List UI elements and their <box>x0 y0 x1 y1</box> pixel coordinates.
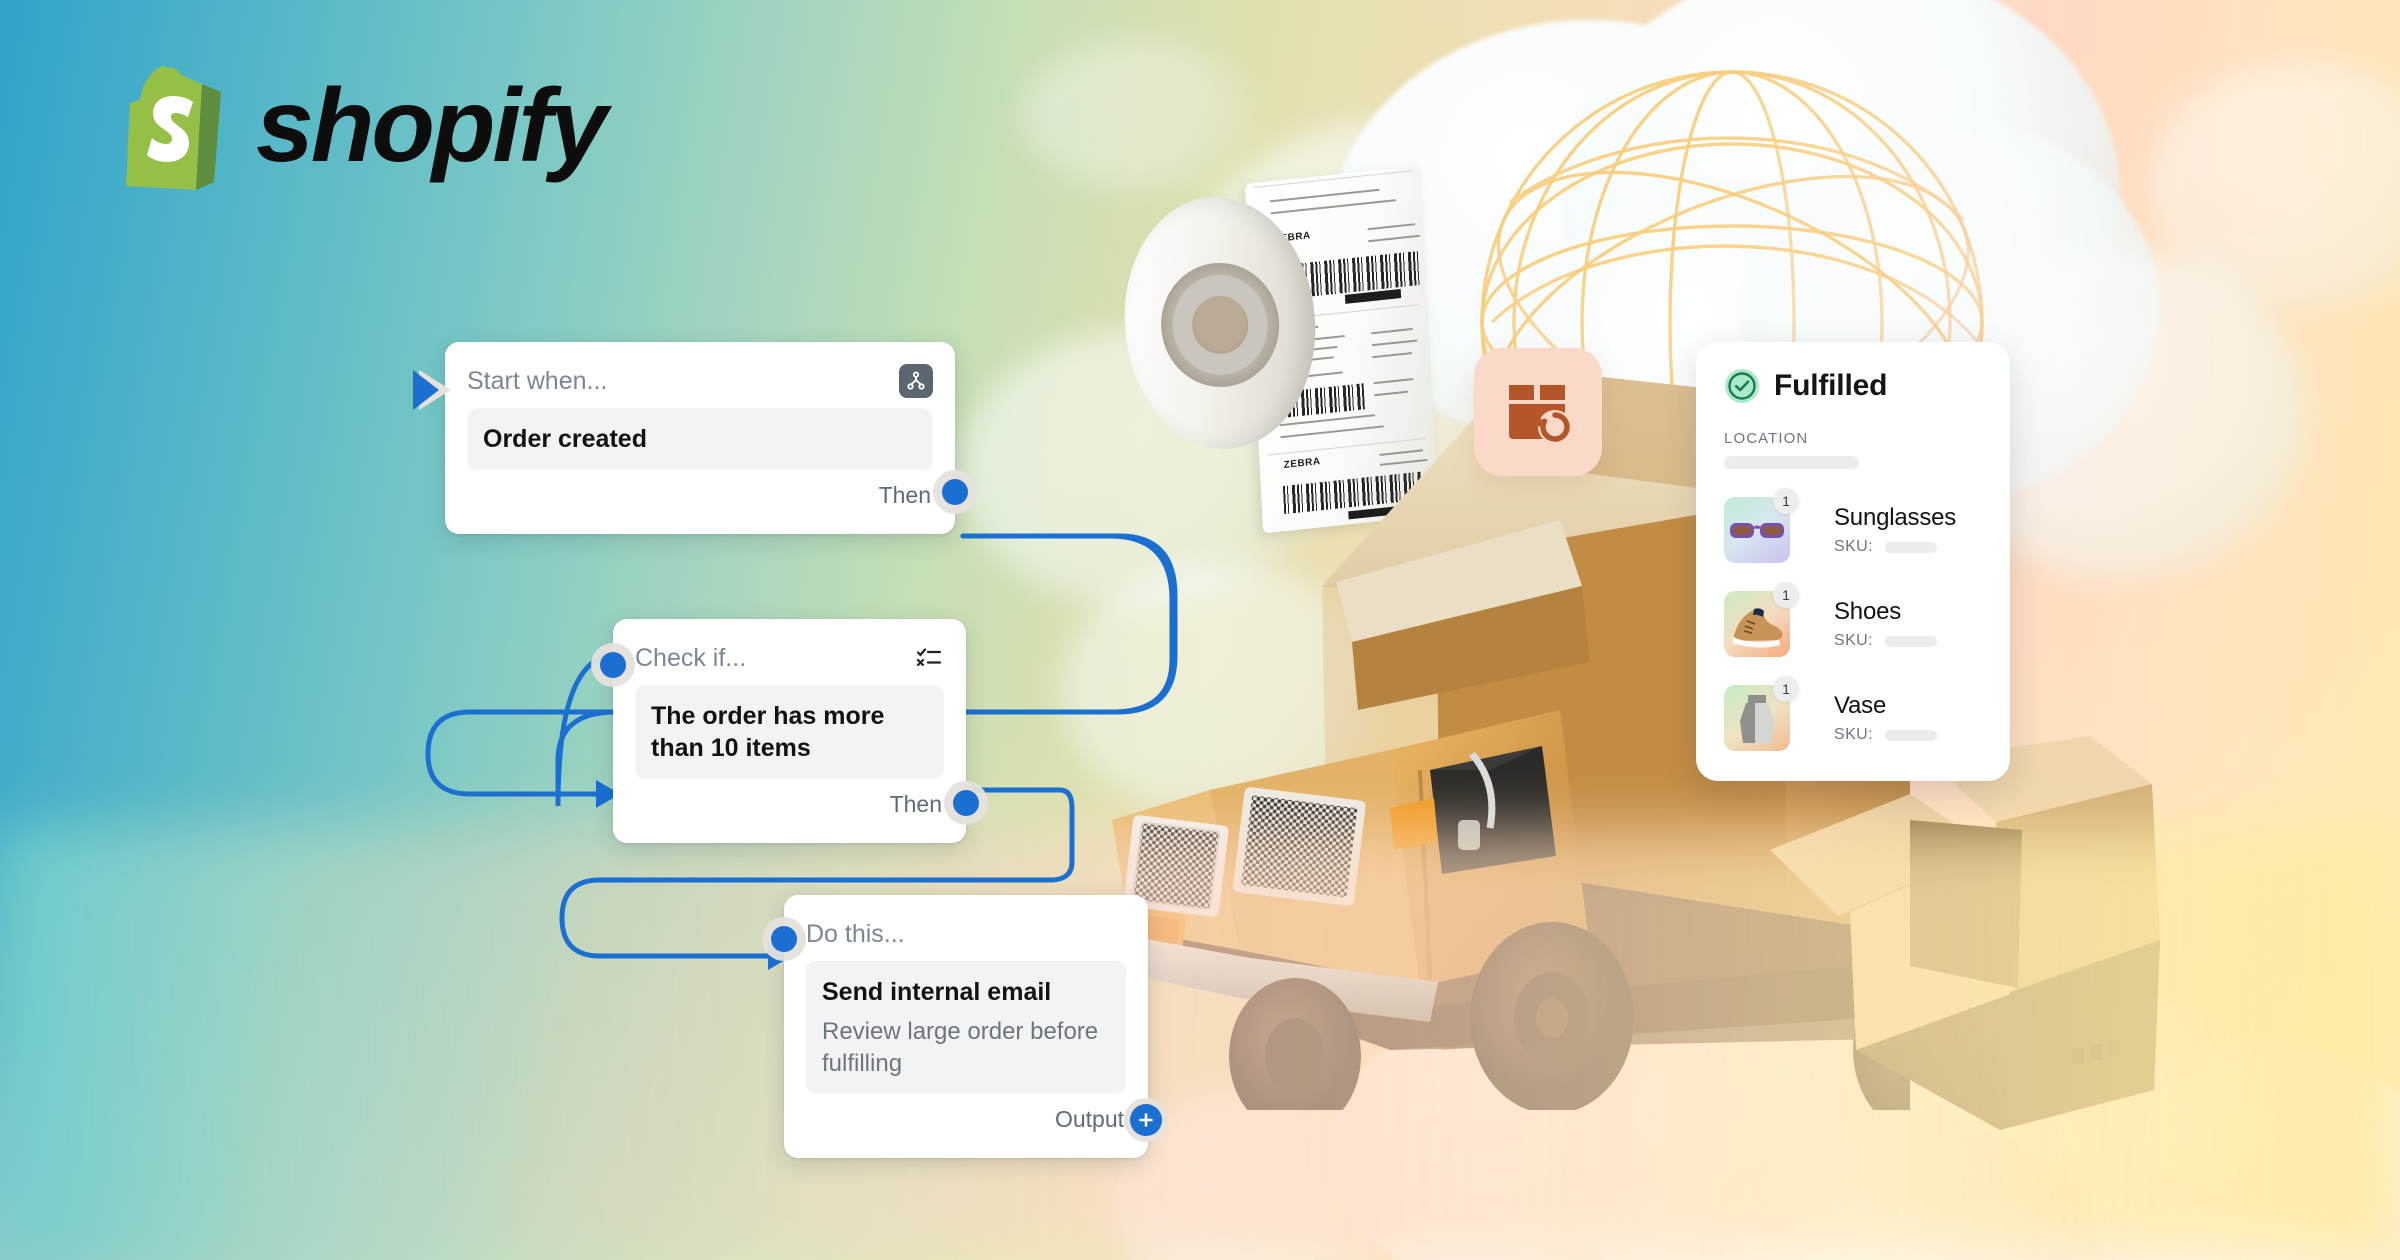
sku-value-placeholder <box>1884 729 1937 741</box>
checklist-icon[interactable] <box>914 645 944 671</box>
input-port-icon[interactable] <box>591 643 635 687</box>
input-port-icon[interactable] <box>762 917 806 961</box>
condition-placeholder: Check if... <box>635 643 747 672</box>
flow-branch-icon[interactable] <box>899 364 933 398</box>
product-thumbnail: 1 <box>1724 488 1799 563</box>
output-port-icon[interactable] <box>944 781 988 825</box>
product-sku-row: SKU: <box>1834 726 1937 744</box>
card-content: The order has more than 10 items <box>635 685 944 779</box>
fulfilled-items-list: 1 Sunglasses SKU: 1 Shoes SKU: 1 Vase SK… <box>1724 488 1982 751</box>
then-label: Then <box>889 790 942 817</box>
card-header: Check if... <box>635 635 944 681</box>
action-title: Send internal email <box>822 978 1052 1006</box>
product-meta: Sunglasses SKU: <box>1808 504 1956 556</box>
list-item[interactable]: 1 Shoes SKU: <box>1724 582 1982 657</box>
play-marker-icon <box>413 366 463 414</box>
output-label: Output <box>1054 1105 1124 1132</box>
flow-card-action[interactable]: Do this... Send internal email Review la… <box>762 895 1168 1159</box>
card-header: Do this... <box>806 911 1126 957</box>
card-footer: Then <box>635 779 944 829</box>
box-return-icon <box>1474 348 1602 476</box>
trigger-placeholder: Start when... <box>467 366 608 395</box>
output-port-icon[interactable] <box>933 470 977 514</box>
product-name: Sunglasses <box>1834 504 1957 531</box>
action-subtitle: Review large order before fulfilling <box>822 1018 1099 1077</box>
sku-label: SKU: <box>1834 538 1873 555</box>
quantity-badge: 1 <box>1773 582 1799 608</box>
product-meta: Shoes SKU: <box>1808 598 1937 650</box>
product-sku-row: SKU: <box>1834 538 1956 556</box>
card-footer: Output <box>806 1094 1126 1144</box>
location-value-placeholder <box>1724 456 1859 469</box>
sku-value-placeholder <box>1884 635 1937 647</box>
trigger-title: Order created <box>483 425 647 453</box>
sku-label: SKU: <box>1834 726 1873 743</box>
shopify-wordmark: shopify <box>256 68 608 184</box>
product-name: Vase <box>1834 692 1887 719</box>
product-thumbnail: 1 <box>1724 676 1799 751</box>
card-content: Order created <box>467 408 933 470</box>
product-sku-row: SKU: <box>1834 632 1937 650</box>
bottom-color-wash <box>0 830 2400 1260</box>
action-placeholder: Do this... <box>806 919 905 948</box>
card-content: Send internal email Review large order b… <box>806 961 1126 1095</box>
flow-card-condition[interactable]: Check if... The order has more than 10 i… <box>591 619 988 843</box>
product-thumbnail: 1 <box>1724 582 1799 657</box>
flow-card-trigger[interactable]: Start when... Order created Then <box>413 342 977 534</box>
condition-title: The order has more than 10 items <box>651 702 885 762</box>
quantity-badge: 1 <box>1773 676 1799 702</box>
status-badge: Fulfilled <box>1774 369 1888 402</box>
fulfillment-panel: Fulfilled LOCATION 1 Sunglasses SKU: 1 S… <box>1696 342 2010 781</box>
check-circle-icon <box>1725 369 1759 403</box>
list-item[interactable]: 1 Sunglasses SKU: <box>1724 488 1982 563</box>
sku-value-placeholder <box>1884 541 1937 553</box>
shopify-logo: shopify <box>126 62 608 190</box>
card-footer: Then <box>467 470 933 520</box>
sku-label: SKU: <box>1834 632 1873 649</box>
panel-header: Fulfilled <box>1724 368 1982 404</box>
shopify-bag-icon <box>126 65 221 190</box>
list-item[interactable]: 1 Vase SKU: <box>1724 676 1982 751</box>
quantity-badge: 1 <box>1773 488 1799 514</box>
product-meta: Vase SKU: <box>1808 692 1937 744</box>
location-label: LOCATION <box>1724 430 1809 447</box>
card-header: Start when... <box>467 358 933 404</box>
then-label: Then <box>878 481 931 508</box>
product-name: Shoes <box>1834 598 1902 625</box>
